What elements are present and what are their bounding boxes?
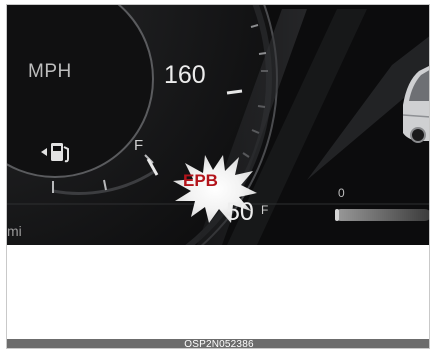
speed-160-label: 160 (164, 61, 206, 89)
figure-frame: MPH 160 F 0 50 F mi EPB OSP2N052386 (6, 4, 430, 349)
gauge-bar (335, 209, 429, 221)
figure-caption: OSP2N052386 (7, 339, 429, 348)
fuel-full-label: F (134, 137, 144, 154)
temperature-unit-label: F (261, 203, 269, 217)
outside-temperature-value: 50 (226, 198, 254, 226)
speed-unit-label: MPH (28, 61, 72, 82)
odometer-unit-label: mi (7, 223, 22, 239)
epb-warning-label: EPB (183, 171, 218, 190)
speed-160-tick (226, 89, 243, 95)
blank-area (7, 245, 429, 339)
gauge-zero-label: 0 (338, 186, 345, 200)
cluster-graphics (7, 5, 429, 245)
instrument-cluster: MPH 160 F 0 50 F mi EPB (7, 5, 429, 245)
